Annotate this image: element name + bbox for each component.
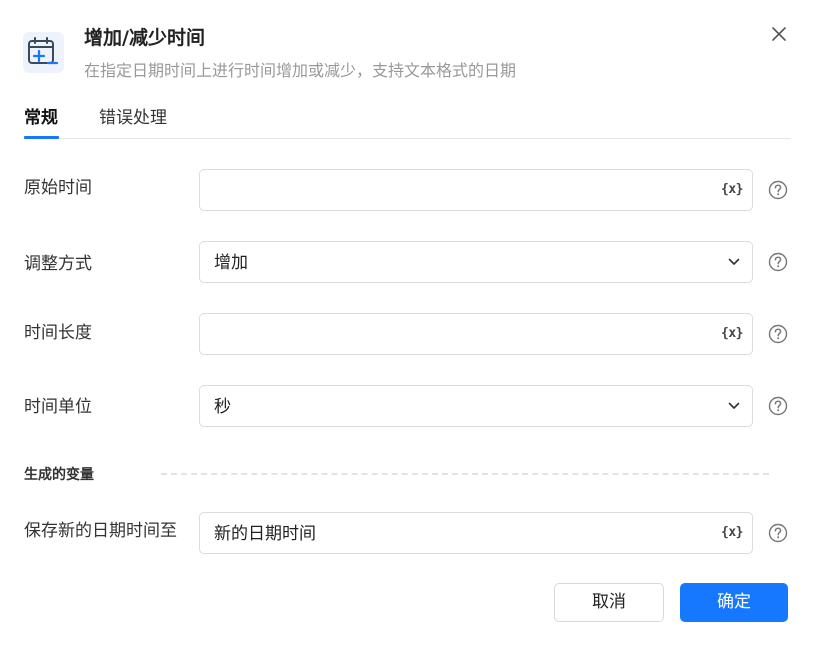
tab-general[interactable]: 常规 (24, 106, 58, 130)
confirm-button[interactable]: 确定 (680, 583, 788, 622)
time-length-label: 时间长度 (24, 323, 92, 343)
calendar-plus-minus-icon (23, 32, 64, 73)
time-unit-label: 时间单位 (24, 397, 92, 417)
section-divider (161, 473, 769, 475)
save-to-input[interactable]: 新的日期时间 {x} (199, 512, 753, 554)
adjust-mode-value: 增加 (214, 253, 248, 273)
adjust-mode-select[interactable]: 增加 (199, 241, 753, 283)
adjust-mode-label: 调整方式 (24, 254, 92, 274)
close-icon[interactable] (770, 25, 788, 43)
variable-icon[interactable]: {x} (721, 325, 743, 343)
tab-bar: 常规 错误处理 (24, 102, 791, 139)
dialog-title: 增加/减少时间 (84, 27, 205, 49)
help-icon[interactable] (768, 396, 788, 416)
time-unit-select[interactable]: 秒 (199, 385, 753, 427)
original-time-label: 原始时间 (24, 178, 92, 198)
help-icon[interactable] (768, 523, 788, 543)
chevron-down-icon[interactable] (728, 401, 740, 411)
cancel-button[interactable]: 取消 (554, 583, 664, 622)
help-icon[interactable] (768, 180, 788, 200)
variable-icon[interactable]: {x} (721, 181, 743, 199)
dialog-subtitle: 在指定日期时间上进行时间增加或减少，支持文本格式的日期 (84, 61, 517, 80)
output-variables-heading: 生成的变量 (24, 467, 94, 483)
time-unit-value: 秒 (214, 397, 231, 417)
help-icon[interactable] (768, 324, 788, 344)
original-time-input[interactable]: {x} (199, 169, 753, 211)
help-icon[interactable] (768, 252, 788, 272)
time-length-input[interactable]: {x} (199, 313, 753, 355)
save-to-label: 保存新的日期时间至 (24, 521, 177, 541)
chevron-down-icon[interactable] (728, 257, 740, 267)
tab-error-handling[interactable]: 错误处理 (99, 106, 167, 130)
variable-icon[interactable]: {x} (721, 524, 743, 542)
active-tab-indicator (24, 136, 59, 139)
save-to-value: 新的日期时间 (214, 524, 316, 544)
